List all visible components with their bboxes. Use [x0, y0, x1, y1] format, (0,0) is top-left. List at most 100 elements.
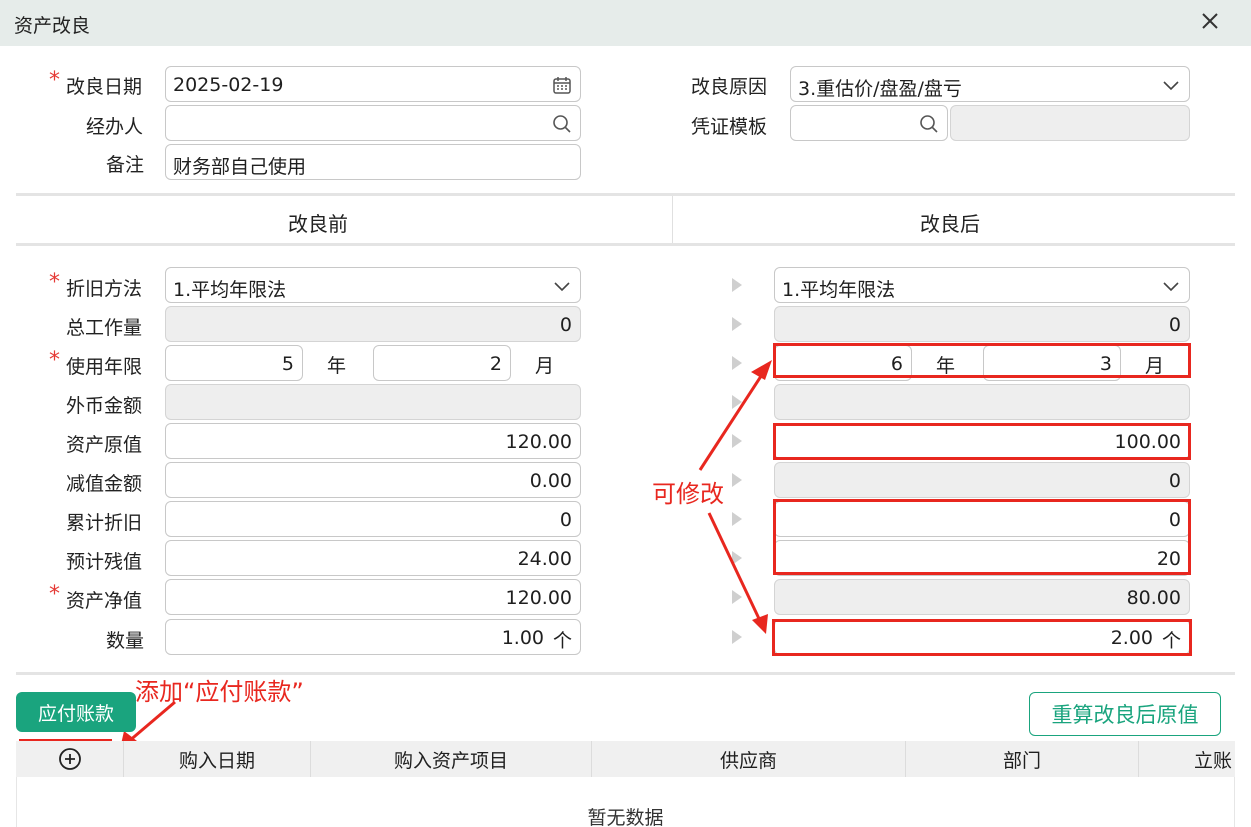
after-impairment-value: 0 — [1168, 470, 1181, 492]
annotation-highlight — [773, 343, 1191, 378]
before-quantity-field[interactable]: 1.00 个 — [165, 619, 581, 655]
before-life-years-field[interactable]: 5 — [165, 345, 303, 381]
required-mark: * — [49, 582, 60, 607]
annotation-editable: 可修改 — [652, 480, 724, 508]
required-mark: * — [49, 270, 60, 295]
arrow-right-icon — [652, 590, 742, 604]
life-label: 使用年限 — [66, 356, 143, 378]
column-header[interactable]: 购入日期 — [124, 741, 311, 777]
after-net-value-value: 80.00 — [1126, 587, 1181, 609]
divider — [672, 196, 673, 244]
annotation-add-payable: 添加“应付账款” — [135, 678, 304, 706]
remark-label: 备注 — [106, 154, 145, 176]
arrow-right-icon — [652, 317, 742, 331]
month-unit: 月 — [535, 355, 555, 377]
annotation-highlight — [773, 499, 1191, 575]
search-icon[interactable] — [552, 114, 572, 134]
total-work-label: 总工作量 — [66, 317, 143, 339]
after-dep-method-value: 1.平均年限法 — [782, 279, 896, 301]
before-net-value-field[interactable]: 120.00 — [165, 579, 581, 615]
divider — [16, 193, 1235, 196]
after-dep-method-select[interactable]: 1.平均年限法 — [774, 267, 1190, 303]
date-field[interactable]: 2025-02-19 — [165, 66, 581, 102]
before-dep-method-select[interactable]: 1.平均年限法 — [165, 267, 581, 303]
before-accum-dep-value: 0 — [559, 509, 572, 531]
after-total-work-value: 0 — [1168, 314, 1181, 336]
column-header[interactable]: 供应商 — [592, 741, 906, 777]
quantity-label: 数量 — [106, 630, 145, 652]
column-header[interactable]: 购入资产项目 — [311, 741, 592, 777]
template-label: 凭证模板 — [691, 116, 768, 138]
after-net-value-field: 80.00 — [774, 579, 1190, 615]
before-total-work-field: 0 — [165, 306, 581, 342]
year-unit: 年 — [327, 355, 347, 377]
before-net-value-value: 120.00 — [505, 587, 572, 609]
table-header: 购入日期 购入资产项目 供应商 部门 立账 — [16, 741, 1235, 777]
add-payable-button[interactable]: 应付账款 — [16, 692, 136, 732]
column-header[interactable]: 立账 — [1139, 741, 1235, 777]
arrow-right-icon — [652, 278, 742, 292]
before-original-field[interactable]: 120.00 — [165, 423, 581, 459]
close-icon[interactable] — [1197, 8, 1223, 34]
recalculate-button[interactable]: 重算改良后原值 — [1029, 692, 1221, 736]
date-value: 2025-02-19 — [173, 74, 284, 96]
column-header[interactable]: 部门 — [906, 741, 1139, 777]
empty-text: 暂无数据 — [587, 807, 664, 827]
chevron-down-icon — [1163, 282, 1179, 292]
before-residual-field[interactable]: 24.00 — [165, 540, 581, 576]
divider — [16, 672, 1235, 675]
before-residual-value: 24.00 — [517, 548, 572, 570]
reason-select[interactable]: 3.重估价/盘盈/盘亏 — [790, 66, 1190, 102]
impairment-label: 减值金额 — [66, 473, 143, 495]
before-life-months-value: 2 — [489, 353, 502, 375]
before-quantity-value: 1.00 — [501, 627, 544, 649]
chevron-down-icon — [1163, 81, 1179, 91]
before-life-months-field[interactable]: 2 — [373, 345, 511, 381]
foreign-label: 外币金额 — [66, 395, 143, 417]
table-empty: 暂无数据 — [16, 777, 1235, 827]
arrow-right-icon — [652, 512, 742, 526]
add-row-cell[interactable] — [16, 741, 124, 777]
handler-label: 经办人 — [86, 116, 144, 138]
arrow-right-icon — [652, 434, 742, 448]
calendar-icon[interactable] — [552, 75, 572, 95]
reason-value: 3.重估价/盘盈/盘亏 — [798, 78, 962, 100]
after-impairment-field: 0 — [774, 462, 1190, 498]
before-impairment-value: 0.00 — [529, 470, 572, 492]
before-heading: 改良前 — [288, 212, 348, 236]
before-total-work-value: 0 — [559, 314, 572, 336]
arrow-right-icon — [652, 395, 742, 409]
arrow-right-icon — [652, 630, 742, 644]
reason-label: 改良原因 — [691, 76, 768, 98]
after-heading: 改良后 — [920, 212, 980, 236]
date-label: 改良日期 — [66, 76, 143, 98]
before-accum-dep-field[interactable]: 0 — [165, 501, 581, 537]
search-icon[interactable] — [919, 114, 939, 134]
remark-value: 财务部自己使用 — [173, 156, 307, 178]
residual-label: 预计残值 — [66, 551, 143, 573]
required-mark: * — [49, 68, 60, 93]
before-foreign-field — [165, 384, 581, 420]
before-impairment-field[interactable]: 0.00 — [165, 462, 581, 498]
window-title: 资产改良 — [14, 15, 91, 37]
title-bar: 资产改良 — [0, 0, 1251, 46]
template-field[interactable] — [790, 105, 948, 141]
arrow-right-icon — [652, 551, 742, 565]
handler-field[interactable] — [165, 105, 581, 141]
accum-dep-label: 累计折旧 — [66, 512, 143, 534]
chevron-down-icon — [554, 282, 570, 292]
add-circle-icon[interactable] — [58, 747, 82, 771]
remark-field[interactable]: 财务部自己使用 — [165, 144, 581, 180]
before-original-value: 120.00 — [505, 431, 572, 453]
before-life-years-value: 5 — [281, 353, 294, 375]
piece-unit: 个 — [552, 630, 572, 652]
original-label: 资产原值 — [66, 434, 143, 456]
net-value-label: 资产净值 — [66, 590, 143, 612]
after-foreign-field — [774, 384, 1190, 420]
dep-method-label: 折旧方法 — [66, 278, 143, 300]
annotation-highlight — [773, 423, 1191, 460]
annotation-highlight — [772, 619, 1192, 656]
template-name-field — [950, 105, 1190, 141]
required-mark: * — [49, 348, 60, 373]
arrow-right-icon — [652, 356, 742, 370]
